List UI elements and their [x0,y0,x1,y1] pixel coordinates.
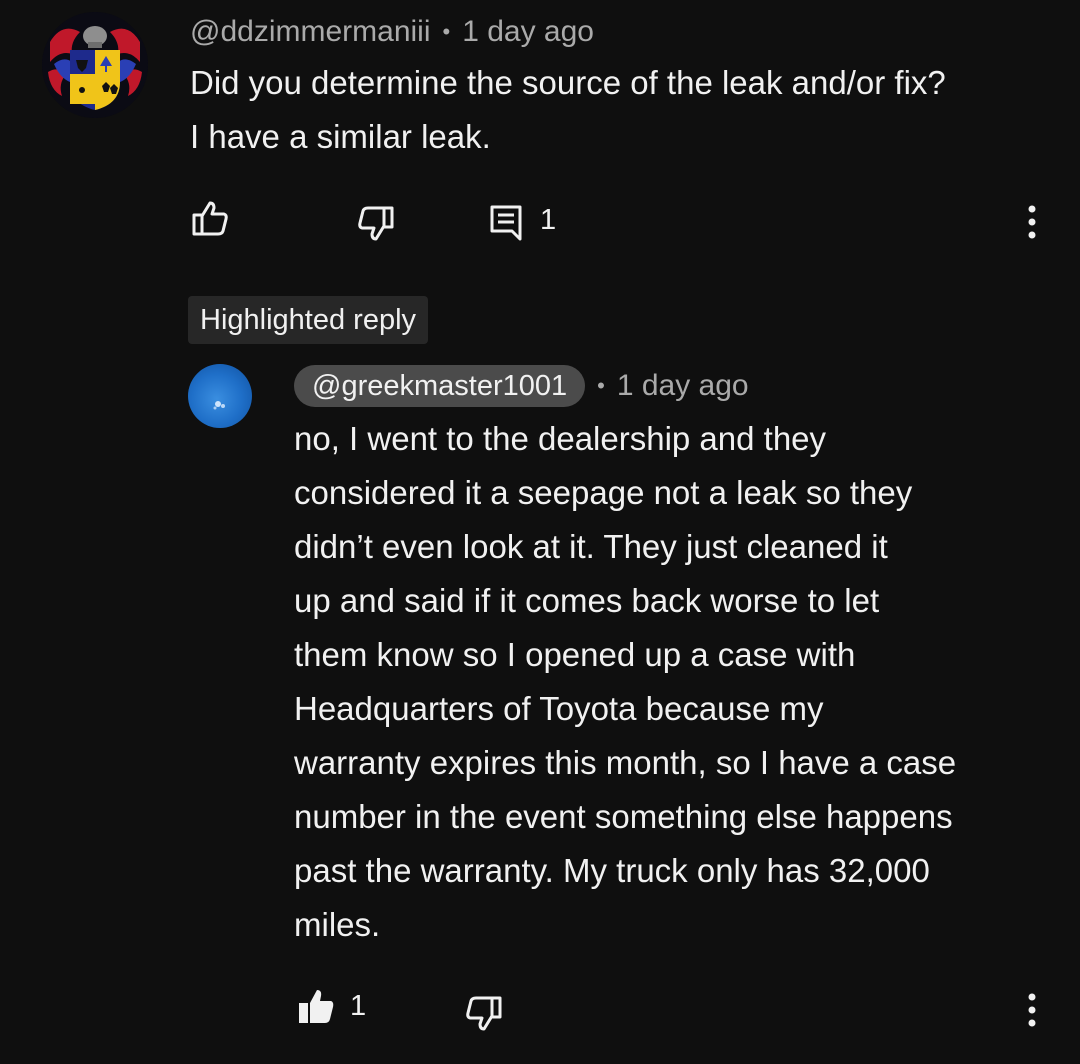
reply-line: Headquarters of Toyota because my [294,690,824,727]
reply-button[interactable] [486,202,526,242]
more-vertical-icon [1028,993,1036,1027]
reply-line: past the warranty. My truck only has 32,… [294,852,930,889]
comment-timestamp[interactable]: 1 day ago [462,15,594,49]
reply-like-count: 1 [350,990,367,1022]
comment-author-name[interactable]: @ddzimmermaniii [190,15,431,49]
more-vertical-icon [1028,205,1036,239]
comment-line: I have a similar leak. [190,118,491,155]
highlighted-reply-badge: Highlighted reply [188,296,429,344]
reply-dislike-button[interactable] [462,992,506,1036]
reply-comment-icon [490,205,522,241]
dislike-button[interactable] [354,202,398,246]
reply-meta: @greekmaster1001 • 1 day ago [294,364,749,408]
reply-line: no, I went to the dealership and they [294,420,827,457]
reply-author-avatar[interactable] [188,364,252,428]
thumbs-up-outline-icon [192,201,228,236]
meta-separator: • [442,19,451,44]
reply-author-chip[interactable]: @greekmaster1001 [294,365,586,407]
reply-timestamp[interactable]: 1 day ago [617,369,749,403]
reply-line: them know so I opened up a case with [294,636,856,673]
reply-line: warranty expires this month, so I have a… [294,744,957,781]
comment-line: Did you determine the source of the leak… [190,64,946,101]
reply-count[interactable]: 1 [540,204,556,237]
thumbs-down-outline-icon [466,996,502,1031]
reply-body: no, I went to the dealership and they co… [294,412,1064,952]
reply-menu-button[interactable] [1014,988,1050,1032]
comment-body: Did you determine the source of the leak… [190,56,1070,164]
comment-author-avatar[interactable] [42,12,148,118]
reply-line: miles. [294,906,381,943]
reply-like-button[interactable] [294,984,338,1028]
reply-line: number in the event something else happe… [294,798,953,835]
comment-meta: @ddzimmermaniii • 1 day ago [190,12,594,52]
like-button[interactable] [188,196,232,240]
comment-menu-button[interactable] [1014,200,1050,244]
reply-line: didn’t even look at it. They just cleane… [294,528,888,565]
reply-line: up and said if it comes back worse to le… [294,582,880,619]
thumbs-down-outline-icon [358,206,394,241]
reply-line: considered it a seepage not a leak so th… [294,474,913,511]
meta-separator: • [597,373,605,398]
thumbs-up-filled-icon [299,990,334,1023]
